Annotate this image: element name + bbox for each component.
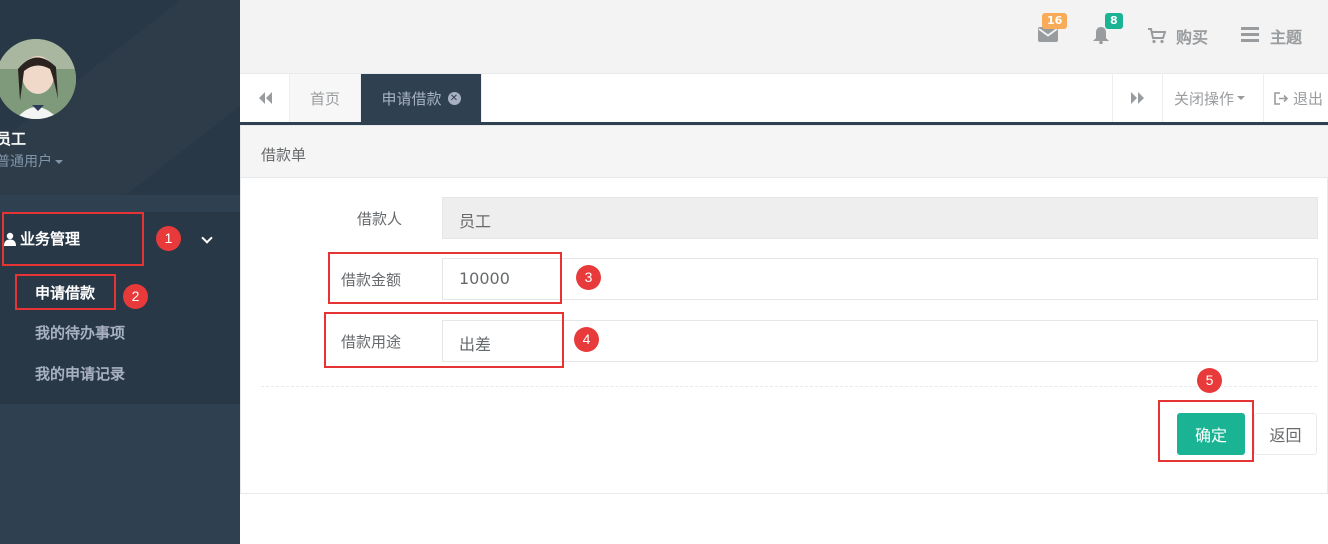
form-divider (261, 386, 1317, 387)
tab-home[interactable]: 首页 (290, 74, 361, 122)
double-chevron-right-icon (1130, 92, 1144, 104)
caret-down-icon (55, 160, 63, 164)
tab-apply-loan[interactable]: 申请借款 ✕ (361, 74, 482, 122)
annotation-number-3: 3 (576, 265, 601, 290)
envelope-icon (1038, 27, 1058, 42)
annotation-box-2 (15, 274, 116, 310)
tab-home-label: 首页 (309, 89, 340, 108)
sign-out-icon (1274, 91, 1288, 105)
profile-panel: 员工 普通用户 (0, 0, 240, 195)
borrower-field: 员工 (442, 197, 1318, 239)
amount-field[interactable]: 10000 (442, 258, 1318, 300)
sidebar-item-todo[interactable]: 我的待办事项 (35, 322, 125, 343)
annotation-box-3 (328, 252, 562, 304)
top-navbar: 16 8 购买 主题 (240, 0, 1328, 74)
sidebar-item-records[interactable]: 我的申请记录 (35, 363, 125, 384)
notification-count-badge: 8 (1105, 13, 1123, 29)
page-tabs: 首页 申请借款 ✕ 关闭操作 退出 (240, 74, 1328, 125)
close-ops-dropdown[interactable]: 关闭操作 (1162, 74, 1263, 122)
tabs-scroll-left-button[interactable] (240, 74, 290, 122)
user-role-dropdown[interactable]: 普通用户 (0, 151, 63, 171)
tabs-scroll-right-button[interactable] (1112, 74, 1162, 122)
theme-button[interactable]: 主题 (1270, 24, 1302, 48)
notification-button[interactable] (1092, 26, 1110, 48)
annotation-box-4 (324, 312, 564, 368)
mail-count-badge: 16 (1042, 13, 1068, 29)
back-button[interactable]: 返回 (1254, 413, 1317, 455)
close-ops-label: 关闭操作 (1174, 89, 1235, 108)
cart-icon (1148, 28, 1167, 48)
caret-down-icon (1237, 96, 1246, 100)
borrower-label: 借款人 (357, 210, 403, 228)
annotation-number-5: 5 (1197, 368, 1222, 393)
theme-icon (1241, 27, 1259, 46)
tab-apply-loan-label: 申请借款 (381, 89, 442, 108)
annotation-number-1: 1 (156, 226, 181, 251)
user-role-label: 普通用户 (0, 154, 52, 170)
annotation-number-2: 2 (123, 284, 148, 309)
panel-title: 借款单 (241, 126, 1328, 178)
annotation-box-5 (1158, 400, 1254, 462)
user-name: 员工 (0, 130, 27, 148)
logout-label: 退出 (1293, 89, 1324, 108)
sidebar: 员工 普通用户 业务管理 申请借款 我的待办事项 我的申请记录 (0, 0, 240, 544)
annotation-box-1 (2, 212, 144, 266)
buy-button[interactable]: 购买 (1176, 24, 1208, 48)
close-icon[interactable]: ✕ (447, 91, 461, 105)
logout-button[interactable]: 退出 (1263, 74, 1328, 122)
annotation-number-4: 4 (574, 327, 599, 352)
chevron-down-icon[interactable] (201, 232, 213, 244)
double-chevron-left-icon (258, 92, 272, 104)
mail-button[interactable] (1038, 27, 1058, 46)
